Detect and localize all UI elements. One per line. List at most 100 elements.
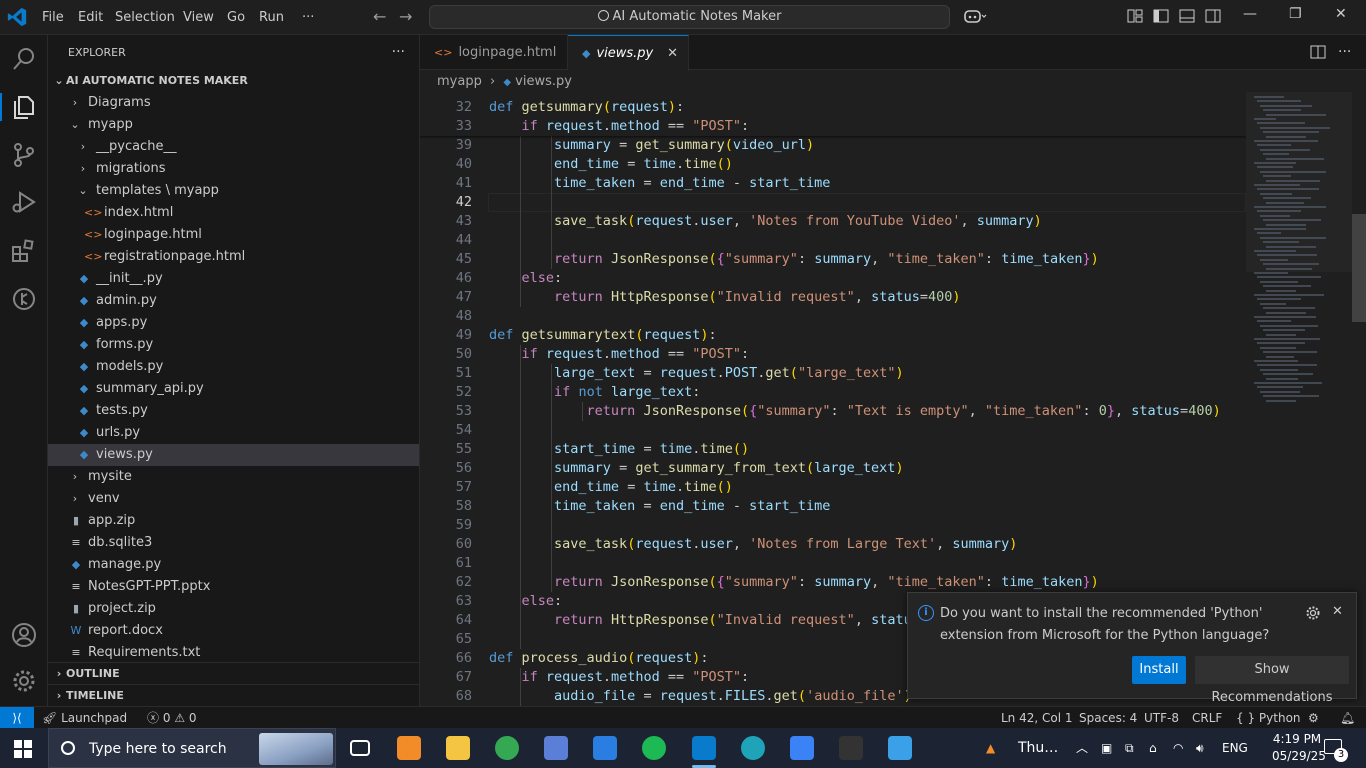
tree-item[interactable]: <> loginpage.html bbox=[48, 224, 419, 246]
forward-arrow-icon[interactable]: → bbox=[399, 7, 412, 26]
taskbar-app-spotify-icon[interactable] bbox=[634, 732, 674, 764]
more-actions-icon[interactable]: ··· bbox=[1338, 35, 1351, 70]
settings-gear-icon[interactable] bbox=[10, 667, 38, 695]
more-actions-icon[interactable]: ··· bbox=[392, 35, 405, 70]
tree-item[interactable]: ◆ views.py bbox=[48, 444, 419, 466]
source-control-icon[interactable] bbox=[10, 141, 38, 169]
show-recommendations-button[interactable]: Show Recommendations bbox=[1195, 656, 1349, 705]
tree-item[interactable]: ⌄ myapp bbox=[48, 114, 419, 136]
weather-label[interactable]: Thu… bbox=[1018, 728, 1058, 768]
tree-item[interactable]: › Diagrams bbox=[48, 92, 419, 114]
accounts-icon[interactable] bbox=[10, 621, 38, 649]
taskbar-app-sublime-text-icon[interactable] bbox=[389, 732, 429, 764]
wifi-icon[interactable]: ◠ bbox=[1173, 728, 1183, 768]
notification-close-icon[interactable]: ✕ bbox=[1332, 604, 1343, 619]
close-icon[interactable]: ✕ bbox=[1335, 6, 1347, 22]
remote-desktop-tray-icon[interactable]: ⧉ bbox=[1125, 728, 1134, 768]
line-ending[interactable]: CRLF bbox=[1192, 707, 1222, 729]
tree-item[interactable]: <> index.html bbox=[48, 202, 419, 224]
split-editor-icon[interactable] bbox=[1310, 44, 1326, 64]
menu-item[interactable]: Go bbox=[227, 0, 245, 35]
tree-item[interactable]: ▮ app.zip bbox=[48, 510, 419, 532]
taskbar-app-file-explorer-icon[interactable] bbox=[438, 732, 478, 764]
tree-item[interactable]: ◆ models.py bbox=[48, 356, 419, 378]
tree-item[interactable]: ⌄ templates \ myapp bbox=[48, 180, 419, 202]
tree-item[interactable]: ≡ db.sqlite3 bbox=[48, 532, 419, 554]
toggle-sidebar-icon[interactable] bbox=[1153, 8, 1169, 28]
language-mode[interactable]: { } Python bbox=[1236, 707, 1301, 729]
tree-item[interactable]: ≡ Requirements.txt bbox=[48, 642, 419, 664]
tree-item[interactable]: › mysite bbox=[48, 466, 419, 488]
workspace-root[interactable]: ⌄ AI AUTOMATIC NOTES MAKER bbox=[48, 70, 419, 92]
notification-settings-gear-icon[interactable] bbox=[1305, 605, 1321, 625]
tree-item[interactable]: ◆ tests.py bbox=[48, 400, 419, 422]
layout-icon[interactable] bbox=[1127, 8, 1143, 28]
tree-item[interactable]: ≡ NotesGPT-PPT.pptx bbox=[48, 576, 419, 598]
weather-icon[interactable]: ▲ bbox=[986, 728, 995, 768]
problems-item[interactable]: ⓧ 0 ⚠ 0 bbox=[147, 707, 197, 729]
input-language[interactable]: ENG bbox=[1222, 728, 1248, 768]
minimize-icon[interactable]: — bbox=[1243, 6, 1257, 22]
explorer-icon[interactable] bbox=[10, 93, 38, 121]
tree-item[interactable]: ◆ urls.py bbox=[48, 422, 419, 444]
menu-item[interactable]: ··· bbox=[302, 0, 314, 35]
outline-section[interactable]: › OUTLINE bbox=[48, 662, 419, 684]
menu-item[interactable]: Edit bbox=[78, 0, 103, 35]
meet-now-icon[interactable]: ▣ bbox=[1101, 728, 1112, 768]
command-center[interactable]: AI Automatic Notes Maker bbox=[429, 5, 950, 29]
install-button[interactable]: Install bbox=[1132, 656, 1186, 684]
tab-views-py[interactable]: ◆ views.py ✕ bbox=[568, 35, 689, 71]
taskbar-app-task-view-icon[interactable] bbox=[340, 732, 380, 764]
taskbar-app-chrome-icon[interactable] bbox=[487, 732, 527, 764]
remote-explorer-icon[interactable] bbox=[10, 285, 38, 313]
breadcrumb-file[interactable]: views.py bbox=[515, 74, 572, 89]
tree-item[interactable]: ◆ manage.py bbox=[48, 554, 419, 576]
tree-item[interactable]: › __pycache__ bbox=[48, 136, 419, 158]
remote-indicator-icon[interactable]: ⟩⟨ bbox=[0, 707, 34, 729]
tree-item[interactable]: ◆ __init__.py bbox=[48, 268, 419, 290]
copilot-icon[interactable] bbox=[963, 8, 987, 30]
tree-item[interactable]: ◆ forms.py bbox=[48, 334, 419, 356]
search-icon[interactable] bbox=[10, 45, 38, 73]
show-hidden-icons-icon[interactable]: ︿ bbox=[1076, 728, 1088, 768]
tree-item[interactable]: ◆ apps.py bbox=[48, 312, 419, 334]
indentation[interactable]: Spaces: 4 bbox=[1079, 707, 1137, 729]
tree-item[interactable]: <> registrationpage.html bbox=[48, 246, 419, 268]
scrollbar-thumb[interactable] bbox=[1352, 214, 1366, 322]
cursor-position[interactable]: Ln 42, Col 1 bbox=[1001, 707, 1073, 729]
back-arrow-icon[interactable]: ← bbox=[373, 7, 386, 26]
menu-item[interactable]: Run bbox=[259, 0, 284, 35]
tree-item[interactable]: ◆ summary_api.py bbox=[48, 378, 419, 400]
menu-item[interactable]: Selection bbox=[115, 0, 175, 35]
extensions-icon[interactable] bbox=[10, 237, 38, 265]
breadcrumb-folder[interactable]: myapp bbox=[437, 74, 482, 89]
taskbar-clock[interactable]: 4:19 PM 05/29/25 bbox=[1272, 731, 1326, 765]
tree-item[interactable]: › venv bbox=[48, 488, 419, 510]
taskbar-app-vscode-icon[interactable] bbox=[684, 732, 724, 768]
taskbar-app-remote-desktop-icon[interactable] bbox=[536, 732, 576, 764]
taskbar-app-photos-icon[interactable] bbox=[880, 732, 920, 764]
close-tab-icon[interactable]: ✕ bbox=[667, 36, 678, 71]
tree-item[interactable]: ▮ project.zip bbox=[48, 598, 419, 620]
restore-icon[interactable]: ❐ bbox=[1289, 6, 1302, 22]
copilot-status-icon[interactable]: ⚙︎ bbox=[1308, 707, 1319, 729]
tree-item[interactable]: › migrations bbox=[48, 158, 419, 180]
run-debug-icon[interactable] bbox=[10, 188, 38, 216]
tab-loginpage-html[interactable]: <> loginpage.html bbox=[420, 35, 568, 70]
notifications-bell-icon[interactable]: 🔔︎ bbox=[1340, 707, 1355, 729]
taskbar-app-edge-icon[interactable] bbox=[733, 732, 773, 764]
taskbar-app-app-blue-icon[interactable] bbox=[782, 732, 822, 764]
timeline-section[interactable]: › TIMELINE bbox=[48, 684, 419, 706]
menu-item[interactable]: File bbox=[42, 0, 64, 35]
toggle-panel-icon[interactable] bbox=[1179, 8, 1195, 28]
network-tray-icon[interactable]: ⌂ bbox=[1149, 728, 1157, 768]
tree-item[interactable]: ◆ admin.py bbox=[48, 290, 419, 312]
taskbar-app-terminal-icon[interactable] bbox=[831, 732, 871, 764]
encoding[interactable]: UTF-8 bbox=[1144, 707, 1179, 729]
tree-item[interactable]: Wreport.docx bbox=[48, 620, 419, 642]
launchpad-item[interactable]: 🚀︎ Launchpad bbox=[42, 707, 127, 729]
volume-icon[interactable]: 🔊︎ bbox=[1196, 728, 1204, 768]
taskbar-app-microsoft-store-icon[interactable] bbox=[585, 732, 625, 764]
taskbar-search-box[interactable]: Type here to search bbox=[48, 728, 336, 768]
menu-item[interactable]: View bbox=[183, 0, 214, 35]
